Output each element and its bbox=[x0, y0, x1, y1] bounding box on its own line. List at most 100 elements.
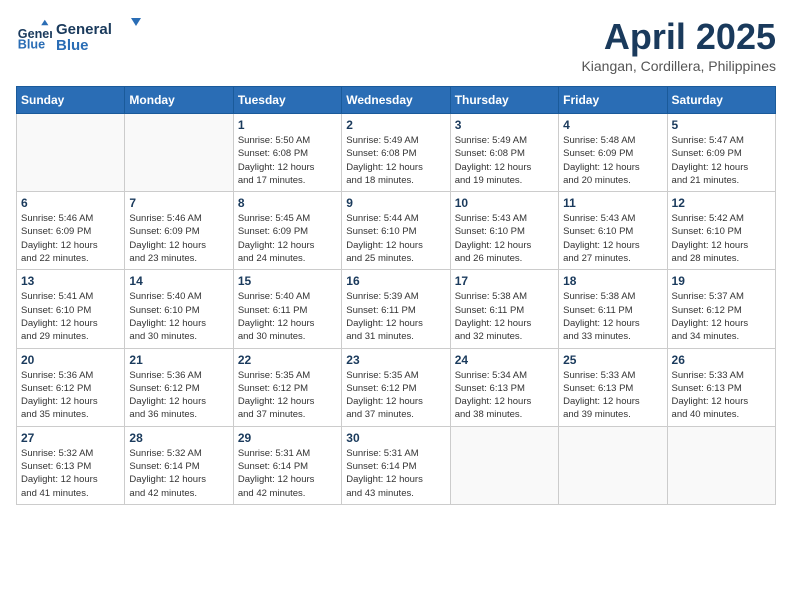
day-number: 15 bbox=[238, 274, 337, 288]
day-number: 11 bbox=[563, 196, 662, 210]
day-detail: Sunrise: 5:32 AM Sunset: 6:13 PM Dayligh… bbox=[21, 447, 120, 500]
day-number: 23 bbox=[346, 353, 445, 367]
day-detail: Sunrise: 5:43 AM Sunset: 6:10 PM Dayligh… bbox=[455, 212, 554, 265]
day-detail: Sunrise: 5:33 AM Sunset: 6:13 PM Dayligh… bbox=[672, 369, 771, 422]
day-cell: 10 Sunrise: 5:43 AM Sunset: 6:10 PM Dayli… bbox=[450, 192, 558, 270]
day-detail: Sunrise: 5:39 AM Sunset: 6:11 PM Dayligh… bbox=[346, 290, 445, 343]
day-number: 16 bbox=[346, 274, 445, 288]
day-cell: 28 Sunrise: 5:32 AM Sunset: 6:14 PM Dayli… bbox=[125, 426, 233, 504]
logo-svg: General Blue bbox=[56, 16, 146, 56]
weekday-header-monday: Monday bbox=[125, 87, 233, 114]
weekday-header-tuesday: Tuesday bbox=[233, 87, 341, 114]
week-row-1: 1Sunrise: 5:50 AM Sunset: 6:08 PM Daylig… bbox=[17, 114, 776, 192]
day-detail: Sunrise: 5:48 AM Sunset: 6:09 PM Dayligh… bbox=[563, 134, 662, 187]
weekday-header-saturday: Saturday bbox=[667, 87, 775, 114]
day-number: 2 bbox=[346, 118, 445, 132]
day-detail: Sunrise: 5:47 AM Sunset: 6:09 PM Dayligh… bbox=[672, 134, 771, 187]
day-number: 1 bbox=[238, 118, 337, 132]
day-number: 29 bbox=[238, 431, 337, 445]
day-detail: Sunrise: 5:46 AM Sunset: 6:09 PM Dayligh… bbox=[21, 212, 120, 265]
location-subtitle: Kiangan, Cordillera, Philippines bbox=[581, 58, 776, 74]
day-number: 28 bbox=[129, 431, 228, 445]
day-detail: Sunrise: 5:38 AM Sunset: 6:11 PM Dayligh… bbox=[455, 290, 554, 343]
day-cell: 7 Sunrise: 5:46 AM Sunset: 6:09 PM Daylig… bbox=[125, 192, 233, 270]
weekday-header-sunday: Sunday bbox=[17, 87, 125, 114]
day-number: 7 bbox=[129, 196, 228, 210]
day-detail: Sunrise: 5:45 AM Sunset: 6:09 PM Dayligh… bbox=[238, 212, 337, 265]
day-number: 14 bbox=[129, 274, 228, 288]
day-detail: Sunrise: 5:49 AM Sunset: 6:08 PM Dayligh… bbox=[346, 134, 445, 187]
svg-text:Blue: Blue bbox=[56, 37, 89, 54]
day-detail: Sunrise: 5:35 AM Sunset: 6:12 PM Dayligh… bbox=[238, 369, 337, 422]
day-number: 26 bbox=[672, 353, 771, 367]
day-detail: Sunrise: 5:35 AM Sunset: 6:12 PM Dayligh… bbox=[346, 369, 445, 422]
day-cell: 23 Sunrise: 5:35 AM Sunset: 6:12 PM Dayli… bbox=[342, 348, 450, 426]
logo: General Blue General Blue bbox=[16, 16, 146, 56]
day-cell bbox=[559, 426, 667, 504]
day-cell: 1Sunrise: 5:50 AM Sunset: 6:08 PM Daylig… bbox=[233, 114, 341, 192]
svg-text:Blue: Blue bbox=[18, 38, 45, 52]
day-cell: 19 Sunrise: 5:37 AM Sunset: 6:12 PM Dayli… bbox=[667, 270, 775, 348]
day-cell: 3 Sunrise: 5:49 AM Sunset: 6:08 PM Daylig… bbox=[450, 114, 558, 192]
day-number: 25 bbox=[563, 353, 662, 367]
day-detail: Sunrise: 5:31 AM Sunset: 6:14 PM Dayligh… bbox=[238, 447, 337, 500]
day-number: 9 bbox=[346, 196, 445, 210]
day-cell: 5Sunrise: 5:47 AM Sunset: 6:09 PM Daylig… bbox=[667, 114, 775, 192]
day-detail: Sunrise: 5:36 AM Sunset: 6:12 PM Dayligh… bbox=[21, 369, 120, 422]
logo-icon: General Blue bbox=[16, 18, 52, 54]
day-cell: 25 Sunrise: 5:33 AM Sunset: 6:13 PM Dayli… bbox=[559, 348, 667, 426]
day-detail: Sunrise: 5:37 AM Sunset: 6:12 PM Dayligh… bbox=[672, 290, 771, 343]
month-title: April 2025 bbox=[581, 16, 776, 58]
day-cell: 15Sunrise: 5:40 AM Sunset: 6:11 PM Dayli… bbox=[233, 270, 341, 348]
day-number: 13 bbox=[21, 274, 120, 288]
day-cell: 18Sunrise: 5:38 AM Sunset: 6:11 PM Dayli… bbox=[559, 270, 667, 348]
day-cell bbox=[667, 426, 775, 504]
day-detail: Sunrise: 5:46 AM Sunset: 6:09 PM Dayligh… bbox=[129, 212, 228, 265]
day-detail: Sunrise: 5:40 AM Sunset: 6:10 PM Dayligh… bbox=[129, 290, 228, 343]
day-detail: Sunrise: 5:34 AM Sunset: 6:13 PM Dayligh… bbox=[455, 369, 554, 422]
day-cell bbox=[17, 114, 125, 192]
day-cell: 6 Sunrise: 5:46 AM Sunset: 6:09 PM Daylig… bbox=[17, 192, 125, 270]
day-cell: 22 Sunrise: 5:35 AM Sunset: 6:12 PM Dayli… bbox=[233, 348, 341, 426]
day-number: 12 bbox=[672, 196, 771, 210]
day-number: 4 bbox=[563, 118, 662, 132]
day-detail: Sunrise: 5:49 AM Sunset: 6:08 PM Dayligh… bbox=[455, 134, 554, 187]
day-cell: 27 Sunrise: 5:32 AM Sunset: 6:13 PM Dayli… bbox=[17, 426, 125, 504]
day-cell: 4 Sunrise: 5:48 AM Sunset: 6:09 PM Daylig… bbox=[559, 114, 667, 192]
day-number: 3 bbox=[455, 118, 554, 132]
week-row-5: 27 Sunrise: 5:32 AM Sunset: 6:13 PM Dayli… bbox=[17, 426, 776, 504]
day-cell: 17 Sunrise: 5:38 AM Sunset: 6:11 PM Dayli… bbox=[450, 270, 558, 348]
calendar-table: SundayMondayTuesdayWednesdayThursdayFrid… bbox=[16, 86, 776, 505]
day-cell: 13Sunrise: 5:41 AM Sunset: 6:10 PM Dayli… bbox=[17, 270, 125, 348]
day-number: 6 bbox=[21, 196, 120, 210]
title-block: April 2025 Kiangan, Cordillera, Philippi… bbox=[581, 16, 776, 74]
day-number: 30 bbox=[346, 431, 445, 445]
svg-text:General: General bbox=[56, 21, 112, 38]
day-cell: 11Sunrise: 5:43 AM Sunset: 6:10 PM Dayli… bbox=[559, 192, 667, 270]
day-number: 18 bbox=[563, 274, 662, 288]
week-row-4: 20 Sunrise: 5:36 AM Sunset: 6:12 PM Dayli… bbox=[17, 348, 776, 426]
weekday-header-friday: Friday bbox=[559, 87, 667, 114]
weekday-header-row: SundayMondayTuesdayWednesdayThursdayFrid… bbox=[17, 87, 776, 114]
day-number: 19 bbox=[672, 274, 771, 288]
day-cell bbox=[450, 426, 558, 504]
day-cell: 24Sunrise: 5:34 AM Sunset: 6:13 PM Dayli… bbox=[450, 348, 558, 426]
day-detail: Sunrise: 5:44 AM Sunset: 6:10 PM Dayligh… bbox=[346, 212, 445, 265]
page-header: General Blue General Blue April 2025 Kia… bbox=[16, 16, 776, 74]
day-number: 20 bbox=[21, 353, 120, 367]
day-cell: 30 Sunrise: 5:31 AM Sunset: 6:14 PM Dayli… bbox=[342, 426, 450, 504]
day-cell: 29 Sunrise: 5:31 AM Sunset: 6:14 PM Dayli… bbox=[233, 426, 341, 504]
day-number: 27 bbox=[21, 431, 120, 445]
day-detail: Sunrise: 5:32 AM Sunset: 6:14 PM Dayligh… bbox=[129, 447, 228, 500]
weekday-header-wednesday: Wednesday bbox=[342, 87, 450, 114]
day-cell: 2 Sunrise: 5:49 AM Sunset: 6:08 PM Daylig… bbox=[342, 114, 450, 192]
day-detail: Sunrise: 5:31 AM Sunset: 6:14 PM Dayligh… bbox=[346, 447, 445, 500]
weekday-header-thursday: Thursday bbox=[450, 87, 558, 114]
day-number: 22 bbox=[238, 353, 337, 367]
day-cell: 20 Sunrise: 5:36 AM Sunset: 6:12 PM Dayli… bbox=[17, 348, 125, 426]
day-number: 17 bbox=[455, 274, 554, 288]
day-detail: Sunrise: 5:36 AM Sunset: 6:12 PM Dayligh… bbox=[129, 369, 228, 422]
day-cell: 26 Sunrise: 5:33 AM Sunset: 6:13 PM Dayli… bbox=[667, 348, 775, 426]
day-number: 10 bbox=[455, 196, 554, 210]
day-detail: Sunrise: 5:33 AM Sunset: 6:13 PM Dayligh… bbox=[563, 369, 662, 422]
